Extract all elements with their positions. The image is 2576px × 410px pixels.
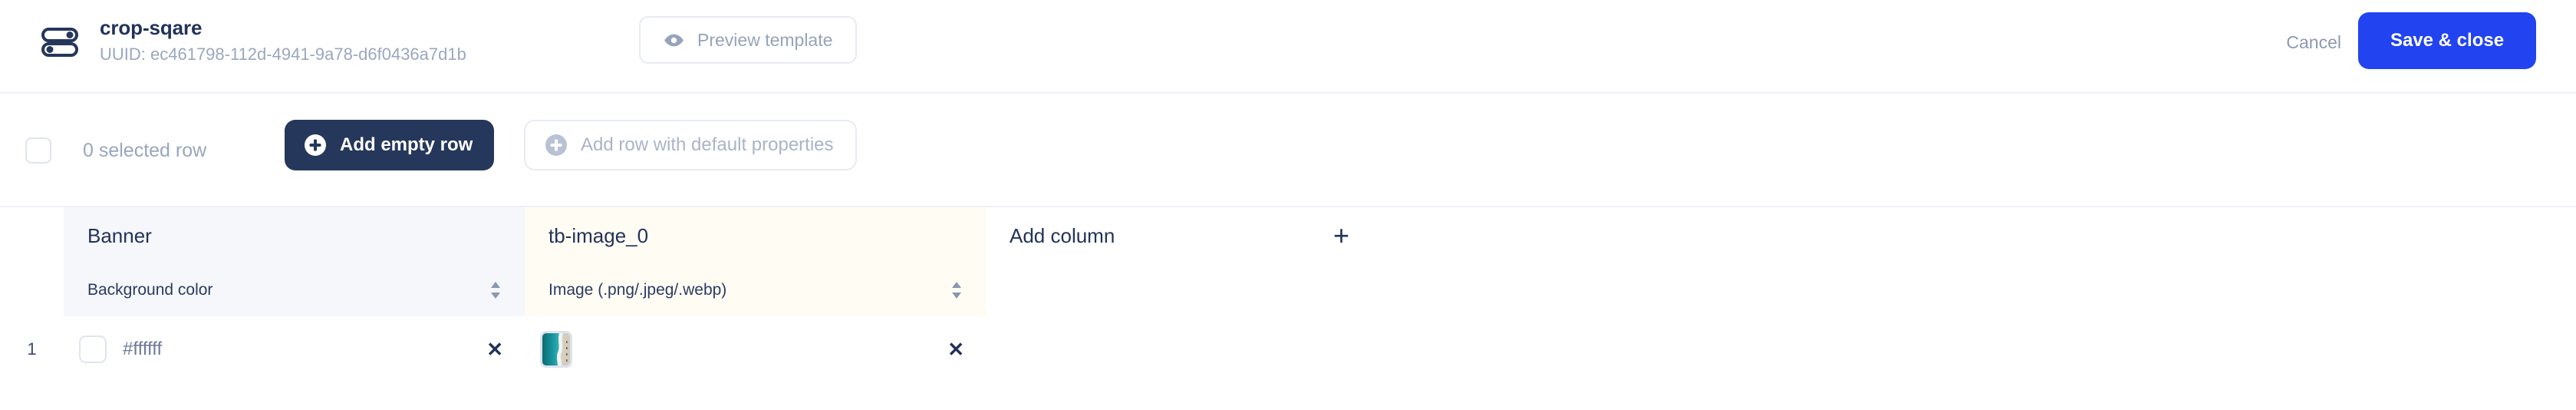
column-header-tb-image-0[interactable]: tb-image_0 xyxy=(525,207,986,264)
column-header-banner[interactable]: Banner xyxy=(64,207,525,264)
app-header: crop-sqare UUID: ec461798-112d-4941-9a78… xyxy=(0,0,2576,94)
uuid-label: UUID: ec461798-112d-4941-9a78-d6f0436a7d… xyxy=(100,44,466,64)
close-icon[interactable]: ✕ xyxy=(486,339,503,359)
preview-template-label: Preview template xyxy=(697,29,833,50)
column-header-banner-label: Banner xyxy=(87,223,152,247)
add-empty-row-label: Add empty row xyxy=(340,134,473,155)
plus-circle-icon xyxy=(303,133,328,157)
eye-icon xyxy=(664,30,684,51)
color-swatch[interactable] xyxy=(79,336,107,363)
brand-block: crop-sqare UUID: ec461798-112d-4941-9a78… xyxy=(40,16,466,64)
column-type-tb-image-0-label: Image (.png/.jpeg/.webp) xyxy=(548,281,727,299)
add-row-with-default-properties-button[interactable]: Add row with default properties xyxy=(524,120,857,170)
cell-empty-add-column xyxy=(986,316,1370,382)
table-toolbar: 0 selected row Add empty row Add row wit… xyxy=(0,94,2576,207)
cell-background-color[interactable]: #ffffff ✕ xyxy=(64,316,525,382)
cancel-button[interactable]: Cancel xyxy=(2286,32,2341,53)
plus-icon[interactable]: + xyxy=(1333,222,1349,250)
plus-circle-icon xyxy=(544,133,568,157)
add-row-default-label: Add row with default properties xyxy=(581,134,834,155)
row-number-header xyxy=(0,207,64,264)
toggle-switch-icon xyxy=(40,17,80,61)
close-icon[interactable]: ✕ xyxy=(947,339,964,359)
chevron-updown-icon[interactable] xyxy=(488,279,503,301)
cell-image[interactable]: ✕ xyxy=(525,316,986,382)
add-column-label: Add column xyxy=(1010,223,1115,247)
add-empty-row-button[interactable]: Add empty row xyxy=(285,120,495,170)
save-and-close-button[interactable]: Save & close xyxy=(2358,12,2536,69)
data-grid: Banner tb-image_0 Add column + Backgroun… xyxy=(0,207,2576,408)
page-title: crop-sqare xyxy=(100,16,203,39)
image-thumbnail[interactable] xyxy=(540,331,572,368)
row-number-subheader xyxy=(0,264,64,316)
add-column-subheader xyxy=(986,264,1370,316)
column-type-tb-image-0[interactable]: Image (.png/.jpeg/.webp) xyxy=(525,264,986,316)
column-type-row: Background color Image (.png/.jpeg/.webp… xyxy=(0,264,1370,316)
row-number: 1 xyxy=(0,316,64,382)
color-value: #ffffff xyxy=(123,339,163,359)
chevron-updown-icon[interactable] xyxy=(949,279,964,301)
select-all-checkbox[interactable] xyxy=(25,137,51,164)
selected-rows-label: 0 selected row xyxy=(83,140,207,161)
column-header-tb-image-0-label: tb-image_0 xyxy=(548,223,649,247)
column-header-row: Banner tb-image_0 Add column + xyxy=(0,207,1370,264)
preview-template-button[interactable]: Preview template xyxy=(639,16,858,64)
add-column-button[interactable]: Add column + xyxy=(986,207,1370,264)
column-type-banner[interactable]: Background color xyxy=(64,264,525,316)
column-type-banner-label: Background color xyxy=(87,281,213,299)
table-row: 1 #ffffff ✕ ✕ xyxy=(0,316,1370,382)
